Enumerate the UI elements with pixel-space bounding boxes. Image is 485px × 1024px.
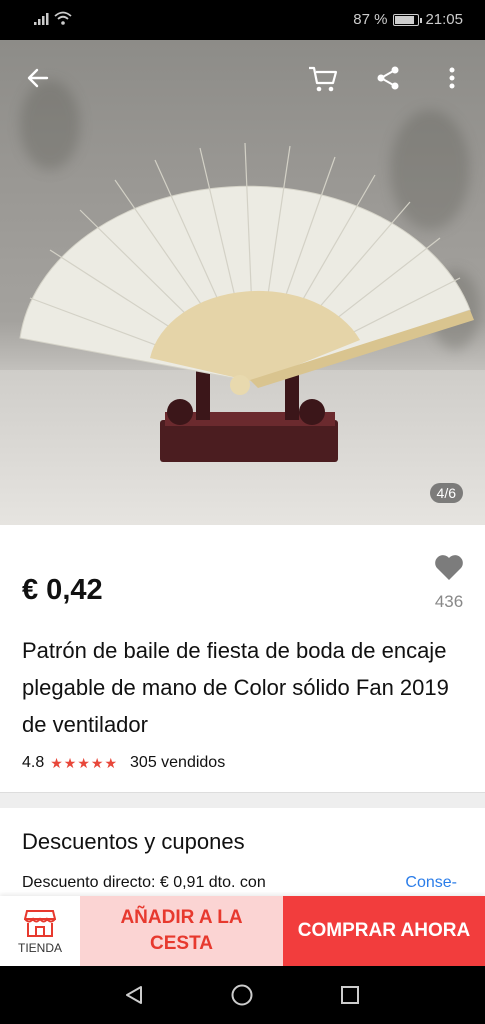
status-bar: 87 % 21:05: [0, 0, 485, 40]
rating-value: 4.8: [22, 754, 45, 771]
battery-icon: [393, 13, 423, 26]
cart-button[interactable]: [305, 60, 341, 96]
discount-text: Descuento directo: € 0,91 dto. con: [22, 874, 266, 891]
nav-recents-button[interactable]: [337, 982, 363, 1008]
connectivity: [34, 11, 72, 25]
wifi-icon: [54, 11, 72, 25]
rating-row[interactable]: 4.8 ★★★★★ 305 vendidos: [22, 754, 225, 772]
get-coupon-link[interactable]: Conse-: [405, 874, 457, 892]
more-button[interactable]: [434, 60, 470, 96]
store-label: TIENDA: [17, 940, 62, 955]
clock: 21:05: [425, 11, 463, 28]
sold-count: 305 vendidos: [130, 754, 226, 771]
back-arrow-icon: [27, 68, 49, 88]
nav-home-button[interactable]: [229, 982, 255, 1008]
navigation-bar: [0, 966, 485, 1024]
rating-stars: ★★★★★: [50, 754, 119, 771]
wishlist-count: 436: [434, 592, 464, 611]
image-counter: 4/6: [429, 483, 463, 503]
circle-home-icon: [231, 984, 253, 1006]
square-recents-icon: [341, 986, 359, 1004]
more-icon: [449, 67, 455, 89]
cart-icon: [309, 66, 338, 92]
product-photo: [19, 142, 474, 462]
share-icon: [377, 66, 399, 90]
add-to-cart-button[interactable]: AÑADIR A LA CESTA: [80, 896, 283, 966]
back-button[interactable]: [20, 60, 56, 96]
wishlist-button[interactable]: 436: [431, 554, 467, 612]
nav-back-button[interactable]: [121, 982, 147, 1008]
triangle-back-icon: [126, 986, 142, 1004]
section-divider: [0, 792, 485, 808]
product-title: Patrón de baile de fiesta de boda de enc…: [22, 638, 449, 737]
signal-icon: [34, 13, 49, 25]
heart-icon: [435, 555, 463, 580]
product-price: € 0,42: [22, 574, 103, 606]
action-bar: TIENDA AÑADIR A LA CESTA COMPRAR AHORA: [0, 896, 485, 966]
store-button[interactable]: TIENDA: [0, 896, 80, 966]
product-image-gallery[interactable]: 4/6: [0, 40, 485, 525]
share-button[interactable]: [370, 60, 406, 96]
buy-now-button[interactable]: COMPRAR AHORA: [283, 896, 485, 966]
store-icon: [24, 909, 56, 937]
battery-percent: 87 %: [353, 11, 388, 28]
discounts-title: Descuentos y cupones: [22, 829, 245, 854]
